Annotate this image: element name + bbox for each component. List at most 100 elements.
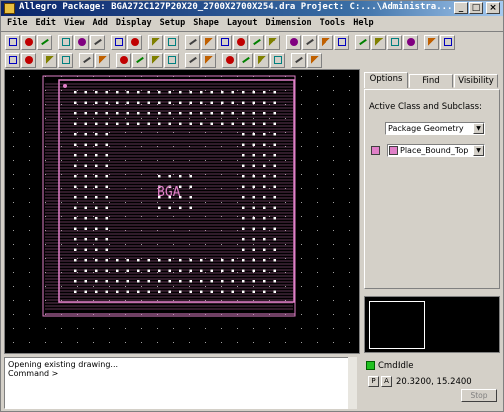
via-button[interactable] <box>58 52 73 68</box>
label-button[interactable] <box>148 52 163 68</box>
measure-button[interactable] <box>222 52 237 68</box>
circle-button[interactable] <box>318 34 333 50</box>
grid-dot <box>125 202 126 203</box>
measure-icon <box>225 56 234 64</box>
minimize-button[interactable]: _ <box>454 2 468 14</box>
move-button[interactable] <box>58 34 73 50</box>
menu-layout[interactable]: Layout <box>223 17 262 30</box>
menu-display[interactable]: Display <box>112 17 156 30</box>
menu-help[interactable]: Help <box>349 17 377 30</box>
ball-pad <box>273 91 276 94</box>
close-button[interactable]: × <box>486 2 500 14</box>
ball-pad <box>126 122 129 125</box>
menu-tools[interactable]: Tools <box>316 17 350 30</box>
spacing-button[interactable] <box>238 52 253 68</box>
copy-button[interactable] <box>74 34 89 50</box>
command-console[interactable]: Opening existing drawing... Command > <box>4 357 356 409</box>
delete-button[interactable] <box>90 34 105 50</box>
menu-shape[interactable]: Shape <box>189 17 223 30</box>
dim-button[interactable] <box>116 52 131 68</box>
chevron-down-icon[interactable]: ▼ <box>473 123 484 134</box>
rect-button[interactable] <box>302 34 317 50</box>
menu-edit[interactable]: Edit <box>31 17 59 30</box>
menu-dimension[interactable]: Dimension <box>262 17 316 30</box>
void-button[interactable] <box>95 52 110 68</box>
slide-button[interactable] <box>21 52 36 68</box>
class-select[interactable]: Package Geometry ▼ <box>385 122 485 135</box>
tab-visibility[interactable]: Visibility <box>454 74 498 88</box>
3d-button[interactable] <box>265 34 280 50</box>
design-canvas[interactable]: BGA <box>4 69 360 354</box>
ball-pad <box>95 290 98 293</box>
pick-button[interactable] <box>148 34 163 50</box>
title-bar[interactable]: Allegro Package: BGA272C127P20X20_2700X2… <box>1 1 503 16</box>
chamfer-button[interactable] <box>307 52 322 68</box>
tab-find[interactable]: Find <box>409 74 453 88</box>
grid-dot <box>269 342 270 343</box>
new-button[interactable] <box>5 34 20 50</box>
ball-pad <box>95 133 98 136</box>
route-button[interactable] <box>5 52 20 68</box>
refdes-button[interactable] <box>164 52 179 68</box>
line-button[interactable] <box>286 34 301 50</box>
ball-pad <box>242 238 245 241</box>
cline-button[interactable] <box>42 52 57 68</box>
ball-pad <box>84 143 87 146</box>
undo-button[interactable] <box>111 34 126 50</box>
menu-view[interactable]: View <box>60 17 88 30</box>
maximize-button[interactable]: □ <box>469 2 483 14</box>
redo-icon <box>130 38 139 46</box>
zoom-points-button[interactable] <box>185 34 200 50</box>
class-color-swatch[interactable] <box>371 146 380 155</box>
arc-button[interactable] <box>334 34 349 50</box>
hash-button[interactable] <box>424 34 439 50</box>
grid-dot <box>237 202 238 203</box>
info-button[interactable] <box>371 34 386 50</box>
ball-pad <box>273 154 276 157</box>
zoom-out-button[interactable] <box>233 34 248 50</box>
class-select-value: Package Geometry <box>388 124 464 133</box>
grid-dot <box>349 160 350 161</box>
curve-button[interactable] <box>270 52 285 68</box>
grid-dot <box>269 244 270 245</box>
layers-button[interactable] <box>387 34 402 50</box>
props-button[interactable] <box>440 34 455 50</box>
text-button[interactable] <box>132 52 147 68</box>
zoom-world-button[interactable] <box>249 34 264 50</box>
stop-button[interactable]: Stop <box>461 389 497 402</box>
world-view-minimap[interactable] <box>364 296 500 353</box>
ball-pad <box>84 175 87 178</box>
open-button[interactable] <box>21 34 36 50</box>
color-button[interactable] <box>403 34 418 50</box>
grid-button[interactable] <box>355 34 370 50</box>
spacing-icon <box>241 56 250 64</box>
grid-dot <box>173 118 174 119</box>
grid-dot <box>13 314 14 315</box>
subclass-select[interactable]: Place_Bound_Top ▼ <box>387 144 485 157</box>
a-button[interactable]: A <box>381 376 392 387</box>
save-button[interactable] <box>37 34 52 50</box>
minimap-view-frame[interactable] <box>369 301 425 349</box>
console-scrollbar[interactable] <box>348 357 357 409</box>
align-button[interactable] <box>201 52 216 68</box>
menu-add[interactable]: Add <box>88 17 111 30</box>
menu-setup[interactable]: Setup <box>156 17 190 30</box>
app-icon[interactable] <box>4 3 15 14</box>
ball-pad <box>242 91 245 94</box>
snap-button[interactable] <box>185 52 200 68</box>
tab-options[interactable]: Options <box>364 72 408 88</box>
zoom-fit-button[interactable] <box>201 34 216 50</box>
ball-pad <box>263 101 266 104</box>
zoom-in-button[interactable] <box>217 34 232 50</box>
menu-file[interactable]: File <box>3 17 31 30</box>
redo-button[interactable] <box>127 34 142 50</box>
grid-dot <box>13 174 14 175</box>
angle-button[interactable] <box>254 52 269 68</box>
grid-dot <box>13 160 14 161</box>
ball-pad <box>252 259 255 262</box>
fillet-button[interactable] <box>291 52 306 68</box>
p-button[interactable]: P <box>368 376 379 387</box>
refresh-button[interactable] <box>164 34 179 50</box>
chevron-down-icon[interactable]: ▼ <box>473 145 484 156</box>
shape-button[interactable] <box>79 52 94 68</box>
